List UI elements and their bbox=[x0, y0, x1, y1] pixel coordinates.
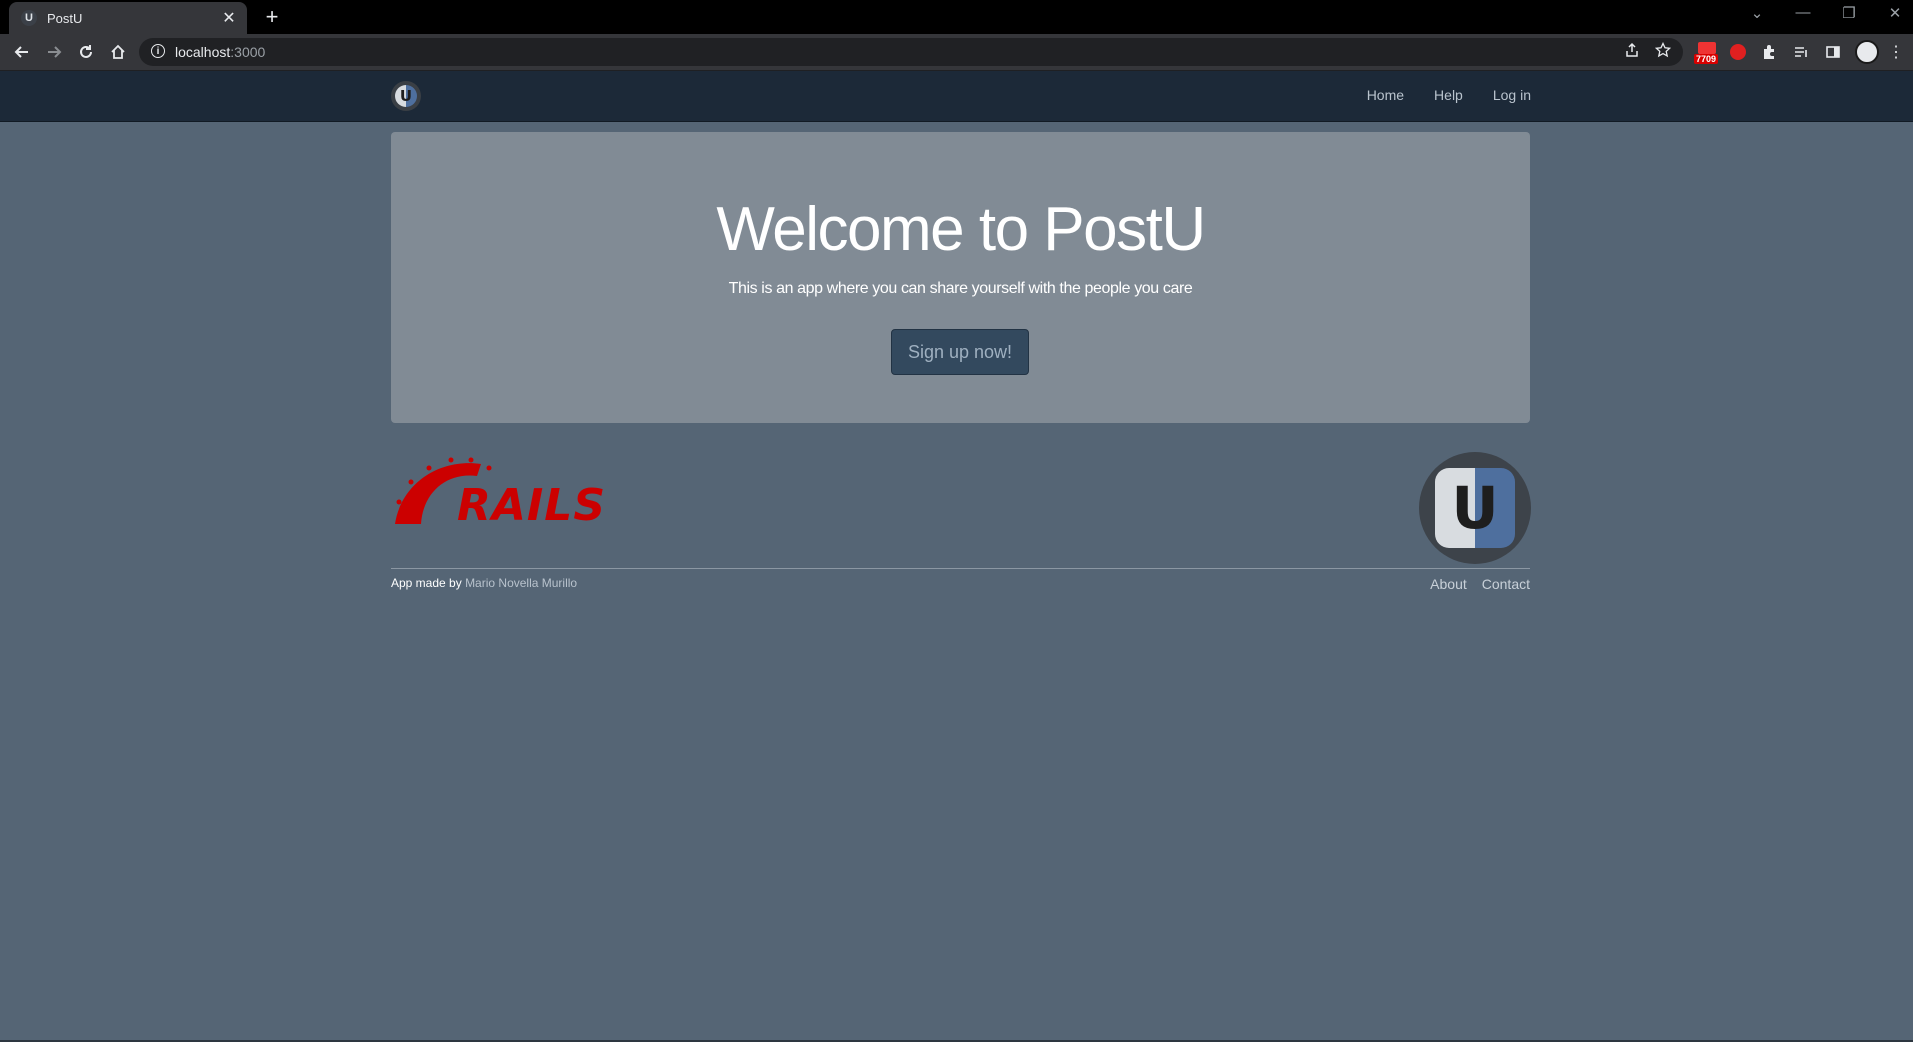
back-icon[interactable] bbox=[8, 38, 36, 66]
address-bar[interactable]: i localhost:3000 bbox=[139, 38, 1683, 66]
bookmark-star-icon[interactable] bbox=[1654, 41, 1672, 62]
browser-tab[interactable]: U PostU ✕ bbox=[9, 2, 247, 34]
rails-wordmark: RAILS bbox=[457, 480, 607, 531]
hero-jumbotron: Welcome to PostU This is an app where yo… bbox=[391, 132, 1530, 423]
home-icon[interactable] bbox=[104, 38, 132, 66]
nav-login-link[interactable]: Log in bbox=[1493, 87, 1531, 103]
footer-links: About Contact bbox=[1430, 576, 1530, 592]
browser-toolbar: i localhost:3000 7709 ⋮ bbox=[0, 34, 1913, 71]
extensions-puzzle-icon[interactable] bbox=[1760, 39, 1778, 65]
footer-contact-link[interactable]: Contact bbox=[1482, 576, 1530, 592]
tab-title: PostU bbox=[47, 10, 83, 26]
media-queue-icon[interactable] bbox=[1792, 39, 1810, 65]
restore-icon[interactable]: ❐ bbox=[1834, 4, 1864, 22]
mail-extension-icon[interactable]: 7709 bbox=[1694, 39, 1720, 65]
footer-postu-logo: U bbox=[1419, 452, 1531, 564]
tab-close-icon[interactable]: ✕ bbox=[217, 8, 241, 28]
footer-divider bbox=[391, 568, 1530, 569]
side-panel-icon[interactable] bbox=[1824, 39, 1842, 65]
forward-icon[interactable] bbox=[40, 38, 68, 66]
tab-search-icon[interactable]: ⌄ bbox=[1742, 4, 1772, 22]
footer-about-link[interactable]: About bbox=[1430, 576, 1467, 592]
mail-badge: 7709 bbox=[1694, 54, 1719, 64]
menu-kebab-icon[interactable]: ⋮ bbox=[1888, 39, 1904, 65]
hero-title: Welcome to PostU bbox=[716, 195, 1206, 264]
hero-subtitle: This is an app where you can share yours… bbox=[728, 280, 1193, 297]
nav-help-link[interactable]: Help bbox=[1434, 87, 1463, 103]
new-tab-button[interactable]: + bbox=[259, 4, 285, 30]
url-text: localhost:3000 bbox=[175, 44, 266, 60]
browser-tabstrip: U PostU ✕ + ⌄ — ❐ ✕ bbox=[0, 0, 1913, 34]
rails-logo[interactable]: RAILS bbox=[391, 452, 605, 531]
nav-links: Home Help Log in bbox=[1367, 87, 1531, 103]
minimize-icon[interactable]: — bbox=[1788, 4, 1818, 21]
profile-avatar[interactable] bbox=[1855, 39, 1879, 65]
favicon-icon: U bbox=[21, 10, 37, 26]
postu-logo[interactable]: U bbox=[391, 81, 421, 111]
footer-credit: App made by Mario Novella Murillo bbox=[391, 576, 577, 590]
reload-icon[interactable] bbox=[72, 38, 100, 66]
credit-prefix: App made by bbox=[391, 576, 462, 590]
author-link[interactable]: Mario Novella Murillo bbox=[465, 576, 577, 590]
site-info-icon[interactable]: i bbox=[151, 44, 165, 58]
window-close-icon[interactable]: ✕ bbox=[1880, 4, 1910, 22]
signup-button[interactable]: Sign up now! bbox=[891, 329, 1029, 375]
site-navbar: U Home Help Log in bbox=[0, 71, 1913, 122]
nav-home-link[interactable]: Home bbox=[1367, 87, 1404, 103]
adblock-extension-icon[interactable] bbox=[1730, 39, 1746, 65]
share-icon[interactable] bbox=[1624, 42, 1640, 62]
